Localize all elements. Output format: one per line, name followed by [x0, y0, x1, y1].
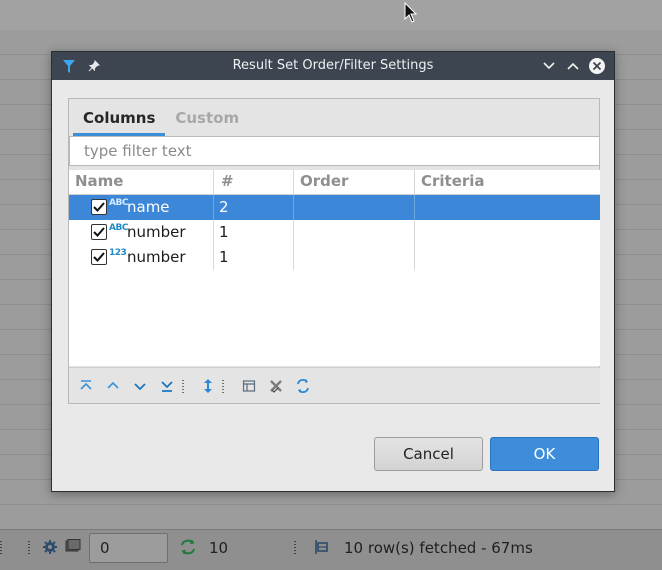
status-separator — [0, 541, 2, 555]
fetch-size-input[interactable]: 0 — [89, 533, 168, 563]
resize-columns-icon[interactable] — [199, 377, 217, 395]
cancel-button[interactable]: Cancel — [374, 437, 483, 471]
row-checkbox[interactable] — [91, 199, 107, 215]
cell-divider — [213, 195, 214, 220]
cell-divider — [293, 220, 294, 245]
header-name[interactable]: Name — [75, 172, 123, 190]
move-to-bottom-icon[interactable] — [158, 377, 176, 395]
move-down-icon[interactable] — [131, 377, 149, 395]
cell-divider — [414, 245, 415, 270]
toolbar-separator — [182, 380, 184, 394]
column-name: number — [127, 248, 186, 266]
columns-table: Name # Order Criteria ABC name 2 ABC num… — [69, 170, 600, 366]
string-type-icon: ABC — [109, 198, 128, 208]
header-number[interactable]: # — [221, 172, 234, 190]
dialog-titlebar: Result Set Order/Filter Settings — [52, 52, 614, 80]
reset-icon[interactable] — [294, 377, 312, 395]
table-row[interactable]: 123 number 1 — [69, 245, 600, 270]
close-icon[interactable] — [588, 57, 606, 75]
cell-divider — [414, 220, 415, 245]
header-criteria[interactable]: Criteria — [421, 172, 485, 190]
ok-button[interactable]: OK — [490, 437, 599, 471]
column-name: name — [127, 198, 170, 216]
header-order[interactable]: Order — [300, 172, 348, 190]
filter-input[interactable]: type filter text — [69, 136, 600, 166]
cell-divider — [293, 245, 294, 270]
status-text: 10 row(s) fetched - 67ms — [344, 539, 533, 557]
cell-divider — [414, 195, 415, 220]
minimize-icon[interactable] — [540, 57, 558, 75]
status-separator — [28, 541, 30, 555]
rows-fetched-icon — [313, 539, 329, 555]
toolbar-separator — [222, 380, 224, 394]
numeric-type-icon: 123 — [109, 248, 127, 258]
columns-panel: Columns Custom type filter text Name # O… — [68, 98, 600, 404]
maximize-icon[interactable] — [564, 57, 582, 75]
row-checkbox[interactable] — [91, 249, 107, 265]
refresh-count: 10 — [209, 539, 229, 557]
table-row[interactable]: ABC number 1 — [69, 220, 600, 245]
tab-columns[interactable]: Columns — [73, 103, 166, 136]
move-to-top-icon[interactable] — [77, 377, 95, 395]
tab-bar: Columns Custom — [73, 103, 249, 137]
status-bar: 0 10 10 row(s) fetched - 67ms — [0, 529, 662, 570]
column-name: number — [127, 223, 186, 241]
settings-gear-icon[interactable] — [42, 539, 58, 555]
string-type-icon: ABC — [109, 223, 128, 233]
configure-table-icon[interactable] — [240, 377, 258, 395]
move-up-icon[interactable] — [104, 377, 122, 395]
cell-divider — [293, 195, 294, 220]
mouse-cursor-icon — [404, 2, 418, 23]
dialog-title: Result Set Order/Filter Settings — [232, 58, 434, 73]
tab-custom[interactable]: Custom — [165, 103, 249, 136]
columns-toolbar — [69, 367, 600, 403]
order-filter-dialog: Result Set Order/Filter Settings Columns… — [51, 51, 615, 492]
column-position: 1 — [219, 248, 229, 266]
cell-divider — [213, 220, 214, 245]
table-header: Name # Order Criteria — [69, 170, 600, 195]
cell-divider — [213, 245, 214, 270]
refresh-icon[interactable] — [179, 539, 197, 555]
panels-icon[interactable] — [65, 539, 81, 553]
row-checkbox[interactable] — [91, 224, 107, 240]
column-position: 2 — [219, 198, 229, 216]
column-position: 1 — [219, 223, 229, 241]
clear-filter-icon[interactable] — [267, 377, 285, 395]
table-row[interactable]: ABC name 2 — [69, 195, 600, 220]
status-separator — [294, 541, 296, 555]
background-app — [0, 0, 662, 30]
